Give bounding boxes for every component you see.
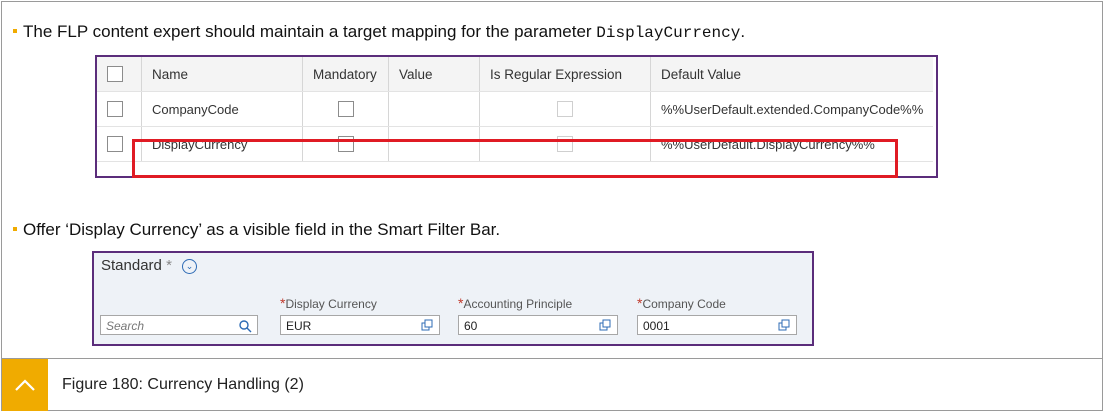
- field-value: 60: [464, 319, 478, 333]
- value-help-icon[interactable]: [599, 319, 611, 331]
- row-select-cell[interactable]: [97, 126, 142, 162]
- mandatory-checkbox[interactable]: [337, 101, 354, 118]
- cell-default-value[interactable]: %%UserDefault.extended.CompanyCode%%: [650, 91, 934, 127]
- parameter-code: DisplayCurrency: [596, 24, 741, 42]
- cell-value[interactable]: [388, 126, 480, 162]
- collapse-toggle[interactable]: [2, 359, 48, 411]
- cell-value[interactable]: [388, 91, 480, 127]
- field-value: 0001: [643, 319, 670, 333]
- variant-name: Standard: [101, 257, 162, 274]
- table-row[interactable]: CompanyCode %%UserDefault.extended.Compa…: [97, 91, 934, 127]
- field-label-company-code: *Company Code: [637, 295, 726, 311]
- field-label-accounting-principle: *Accounting Principle: [458, 295, 573, 311]
- bullet-end: .: [740, 22, 746, 41]
- display-currency-input[interactable]: EUR: [280, 315, 440, 335]
- value-help-icon[interactable]: [421, 319, 433, 331]
- cell-mandatory[interactable]: [302, 126, 389, 162]
- column-header-name[interactable]: Name: [141, 57, 303, 92]
- mandatory-checkbox[interactable]: [337, 136, 354, 153]
- chevron-up-icon[interactable]: [14, 378, 36, 392]
- regex-checkbox-disabled: [557, 136, 573, 153]
- row-select-cell[interactable]: [97, 91, 142, 127]
- cell-name: CompanyCode: [141, 91, 303, 127]
- column-header-default-value[interactable]: Default Value: [650, 57, 934, 92]
- variant-modified-star: *: [166, 257, 172, 274]
- cell-name: DisplayCurrency: [141, 126, 303, 162]
- chevron-down-icon[interactable]: ⌄: [182, 258, 198, 274]
- bullet-dot: [13, 226, 17, 231]
- column-header-mandatory[interactable]: Mandatory: [302, 57, 389, 92]
- table-row[interactable]: DisplayCurrency %%UserDefault.DisplayCur…: [97, 126, 934, 162]
- target-mapping-table: Name Mandatory Value Is Regular Expressi…: [95, 55, 938, 178]
- smart-filter-bar: Standard * ⌄ Search *Display Currency EU…: [92, 251, 814, 346]
- cell-default-value[interactable]: %%UserDefault.DisplayCurrency%%: [650, 126, 934, 162]
- figure-caption-bar: Figure 180: Currency Handling (2): [2, 358, 1102, 411]
- field-label-display-currency: *Display Currency: [280, 295, 377, 311]
- search-input[interactable]: Search: [100, 315, 258, 335]
- search-icon[interactable]: [238, 319, 252, 333]
- page-frame: The FLP content expert should maintain a…: [1, 1, 1103, 411]
- select-all-checkbox[interactable]: [107, 66, 123, 83]
- figure-caption: Figure 180: Currency Handling (2): [62, 376, 304, 393]
- row-checkbox[interactable]: [107, 136, 123, 153]
- variant-selector[interactable]: Standard * ⌄: [101, 257, 198, 274]
- bullet-text: Offer ‘Display Currency’ as a visible fi…: [23, 220, 501, 239]
- accounting-principle-input[interactable]: 60: [458, 315, 618, 335]
- cell-mandatory[interactable]: [302, 91, 389, 127]
- bullet-target-mapping: The FLP content expert should maintain a…: [10, 22, 745, 42]
- search-placeholder: Search: [106, 319, 145, 333]
- value-help-icon[interactable]: [778, 319, 790, 331]
- column-header-value[interactable]: Value: [388, 57, 480, 92]
- row-checkbox[interactable]: [107, 101, 123, 118]
- cell-regex: [479, 91, 651, 127]
- field-value: EUR: [286, 319, 312, 333]
- bullet-text: The FLP content expert should maintain a…: [23, 22, 597, 41]
- bullet-dot: [13, 28, 17, 33]
- company-code-input[interactable]: 0001: [637, 315, 797, 335]
- table-header-row: Name Mandatory Value Is Regular Expressi…: [97, 57, 934, 92]
- cell-regex: [479, 126, 651, 162]
- regex-checkbox-disabled: [557, 101, 573, 118]
- bullet-smart-filter: Offer ‘Display Currency’ as a visible fi…: [10, 220, 500, 240]
- column-header-regex[interactable]: Is Regular Expression: [479, 57, 651, 92]
- select-all-cell[interactable]: [97, 57, 142, 92]
